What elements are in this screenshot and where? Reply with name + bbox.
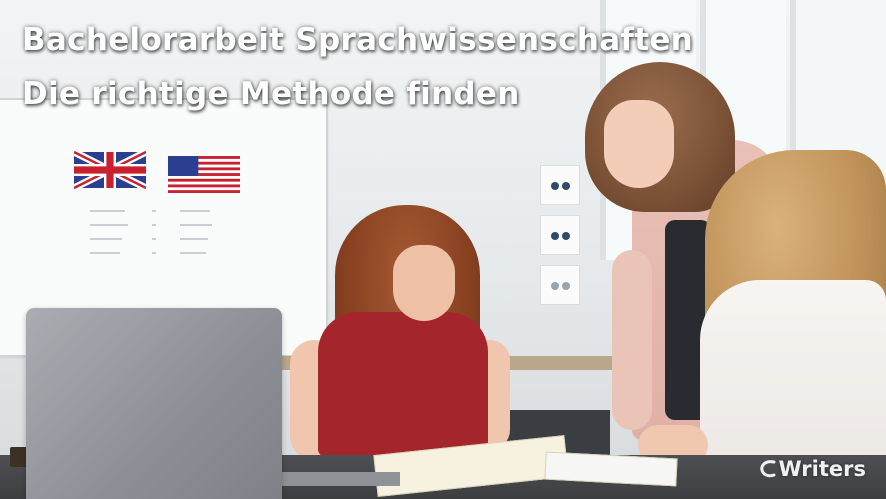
- us-flag-icon: [168, 156, 240, 194]
- student-face: [393, 245, 455, 321]
- wall-poster: [540, 165, 580, 205]
- teacher-arm: [612, 250, 652, 430]
- writers-watermark: Writers: [759, 457, 867, 481]
- watermark-text: Writers: [778, 457, 867, 481]
- writers-logo-icon: [759, 460, 775, 478]
- wall-poster: [540, 265, 580, 305]
- whiteboard-scribbles: [90, 210, 212, 254]
- laptop: [26, 308, 282, 499]
- uk-flag-icon: [74, 150, 146, 190]
- hero-image: Bachelorarbeit Sprachwissenschaften Die …: [0, 0, 886, 499]
- laptop-base: [280, 472, 400, 486]
- teacher-face: [604, 100, 674, 188]
- headline-line-1: Bachelorarbeit Sprachwissenschaften: [22, 22, 694, 58]
- wall-poster: [540, 215, 580, 255]
- headline-line-2: Die richtige Methode finden: [22, 76, 520, 112]
- student-red-shirt: [318, 312, 488, 457]
